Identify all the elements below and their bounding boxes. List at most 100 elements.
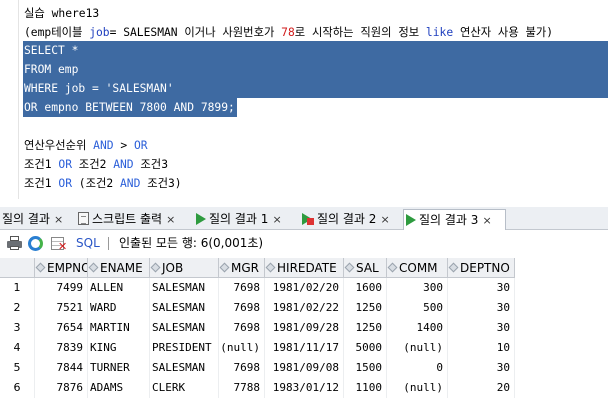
job-cell[interactable]: SALESMAN xyxy=(150,278,219,298)
sql-editor[interactable]: 실습 where13 (emp테이블 job= SALESMAN 이거나 사원번… xyxy=(0,0,608,199)
empno-cell[interactable]: 7844 xyxy=(35,358,88,378)
table-row[interactable]: 2 7521 WARD SALESMAN 7698 1981/02/22 1250 500 30 xyxy=(0,298,608,318)
comm-cell[interactable]: 500 xyxy=(387,298,448,318)
comm-cell[interactable]: 1400 xyxy=(387,318,448,338)
col-header-mgr[interactable]: MGR xyxy=(219,258,265,278)
job-cell[interactable]: CLERK xyxy=(150,378,219,398)
hiredate-cell[interactable]: 1981/09/08 xyxy=(265,358,344,378)
tab-query-result-1[interactable]: 질의 결과 1 × xyxy=(194,209,282,230)
toolbar-divider xyxy=(108,237,109,250)
run-stopped-icon xyxy=(302,213,314,225)
result-grid[interactable]: EMPNO ENAME JOB MGR HIREDATE SAL COMM DE… xyxy=(0,258,608,404)
deptno-cell[interactable]: 30 xyxy=(448,298,515,318)
result-toolbar: ✕ SQL 인출된 모든 행: 6(0,001초) xyxy=(0,231,608,256)
sort-icon xyxy=(344,262,355,273)
job-cell[interactable]: PRESIDENT xyxy=(150,338,219,358)
sort-icon xyxy=(88,262,99,273)
hiredate-cell[interactable]: 1983/01/12 xyxy=(265,378,344,398)
hiredate-cell[interactable]: 1981/02/22 xyxy=(265,298,344,318)
fetch-status: 인출된 모든 행: 6(0,001초) xyxy=(119,236,264,250)
editor-line-2: (emp테이블 job= SALESMAN 이거나 사원번호가 78로 시작하는… xyxy=(24,26,554,39)
sal-cell[interactable]: 1250 xyxy=(344,318,387,338)
ename-cell[interactable]: WARD xyxy=(88,298,150,318)
job-cell[interactable]: SALESMAN xyxy=(150,318,219,338)
sort-icon xyxy=(265,262,276,273)
ename-cell[interactable]: ADAMS xyxy=(88,378,150,398)
close-icon[interactable]: × xyxy=(54,213,63,226)
deptno-cell[interactable]: 30 xyxy=(448,358,515,378)
tab-query-result-3[interactable]: 질의 결과 3 × xyxy=(403,209,506,230)
sort-icon xyxy=(150,262,161,273)
job-cell[interactable]: SALESMAN xyxy=(150,298,219,318)
mgr-cell[interactable]: 7698 xyxy=(219,358,265,378)
empno-cell[interactable]: 7876 xyxy=(35,378,88,398)
empno-cell[interactable]: 7499 xyxy=(35,278,88,298)
table-row[interactable]: 1 7499 ALLEN SALESMAN 7698 1981/02/20 1600 300 3… xyxy=(0,278,608,298)
col-header-ename[interactable]: ENAME xyxy=(88,258,150,278)
tab-label: 질의 결과 3 xyxy=(419,213,479,227)
deptno-cell[interactable]: 10 xyxy=(448,338,515,358)
table-row[interactable]: 6 7876 ADAMS CLERK 7788 1983/01/12 1100 (null) 2… xyxy=(0,378,608,398)
editor-gutter xyxy=(0,0,19,199)
hiredate-cell[interactable]: 1981/02/20 xyxy=(265,278,344,298)
close-icon[interactable]: × xyxy=(380,213,389,226)
mgr-cell[interactable]: 7698 xyxy=(219,278,265,298)
hiredate-cell[interactable]: 1981/11/17 xyxy=(265,338,344,358)
close-icon[interactable]: × xyxy=(482,214,491,227)
deptno-cell[interactable]: 30 xyxy=(448,318,515,338)
mgr-cell[interactable]: 7788 xyxy=(219,378,265,398)
sal-cell[interactable]: 1600 xyxy=(344,278,387,298)
tab-query-result-2[interactable]: 질의 결과 2 × xyxy=(300,209,390,230)
sql-button[interactable]: SQL xyxy=(76,231,100,256)
job-cell[interactable]: SALESMAN xyxy=(150,358,219,378)
comm-cell[interactable]: (null) xyxy=(387,338,448,358)
hiredate-cell[interactable]: 1981/09/28 xyxy=(265,318,344,338)
comm-cell[interactable]: (null) xyxy=(387,378,448,398)
mgr-cell[interactable]: 7698 xyxy=(219,298,265,318)
sal-cell[interactable]: 1500 xyxy=(344,358,387,378)
close-icon[interactable]: × xyxy=(166,213,175,226)
result-tabbar: 질의 결과 × 스크립트 출력 × 질의 결과 1 × 질의 결과 2 × 질의 결과 … xyxy=(0,207,608,230)
close-icon[interactable]: × xyxy=(272,213,281,226)
col-header-comm[interactable]: COMM xyxy=(387,258,448,278)
col-header-hiredate[interactable]: HIREDATE xyxy=(265,258,344,278)
tab-script-output[interactable]: 스크립트 출력 × xyxy=(76,209,175,230)
empno-cell[interactable]: 7654 xyxy=(35,318,88,338)
refresh-icon[interactable] xyxy=(28,236,44,251)
mgr-cell[interactable]: 7698 xyxy=(219,318,265,338)
comm-cell[interactable]: 0 xyxy=(387,358,448,378)
gutter-divider xyxy=(18,0,19,199)
table-row[interactable]: 3 7654 MARTIN SALESMAN 7698 1981/09/28 1250 140… xyxy=(0,318,608,338)
tab-label: 질의 결과 xyxy=(2,212,50,226)
ename-cell[interactable]: TURNER xyxy=(88,358,150,378)
col-header-deptno[interactable]: DEPTNO xyxy=(448,258,515,278)
row-number: 4 xyxy=(0,338,35,358)
mgr-cell[interactable]: (null) xyxy=(219,338,265,358)
comm-cell[interactable]: 300 xyxy=(387,278,448,298)
clear-grid-icon[interactable]: ✕ xyxy=(51,236,67,252)
run-icon xyxy=(406,214,416,226)
row-number: 6 xyxy=(0,378,35,398)
editor-line-6: OR empno BETWEEN 7800 AND 7899; xyxy=(23,98,237,117)
empno-cell[interactable]: 7839 xyxy=(35,338,88,358)
deptno-cell[interactable]: 20 xyxy=(448,378,515,398)
table-row[interactable]: 4 7839 KING PRESIDENT (null) 1981/11/17 5000 (n… xyxy=(0,338,608,358)
ename-cell[interactable]: ALLEN xyxy=(88,278,150,298)
grid-header: EMPNO ENAME JOB MGR HIREDATE SAL COMM DE… xyxy=(0,258,608,278)
print-icon[interactable] xyxy=(7,236,23,251)
sort-icon xyxy=(448,262,459,273)
sal-cell[interactable]: 5000 xyxy=(344,338,387,358)
editor-line-1: 실습 where13 xyxy=(24,7,100,20)
ename-cell[interactable]: MARTIN xyxy=(88,318,150,338)
table-row[interactable]: 5 7844 TURNER SALESMAN 7698 1981/09/08 1500 0 30 xyxy=(0,358,608,378)
col-header-sal[interactable]: SAL xyxy=(344,258,387,278)
ename-cell[interactable]: KING xyxy=(88,338,150,358)
empno-cell[interactable]: 7521 xyxy=(35,298,88,318)
deptno-cell[interactable]: 30 xyxy=(448,278,515,298)
sal-cell[interactable]: 1250 xyxy=(344,298,387,318)
tab-query-result[interactable]: 질의 결과 × xyxy=(0,209,63,230)
sal-cell[interactable]: 1100 xyxy=(344,378,387,398)
col-header-job[interactable]: JOB xyxy=(150,258,219,278)
col-header-empno[interactable]: EMPNO xyxy=(35,258,88,278)
row-number: 5 xyxy=(0,358,35,378)
